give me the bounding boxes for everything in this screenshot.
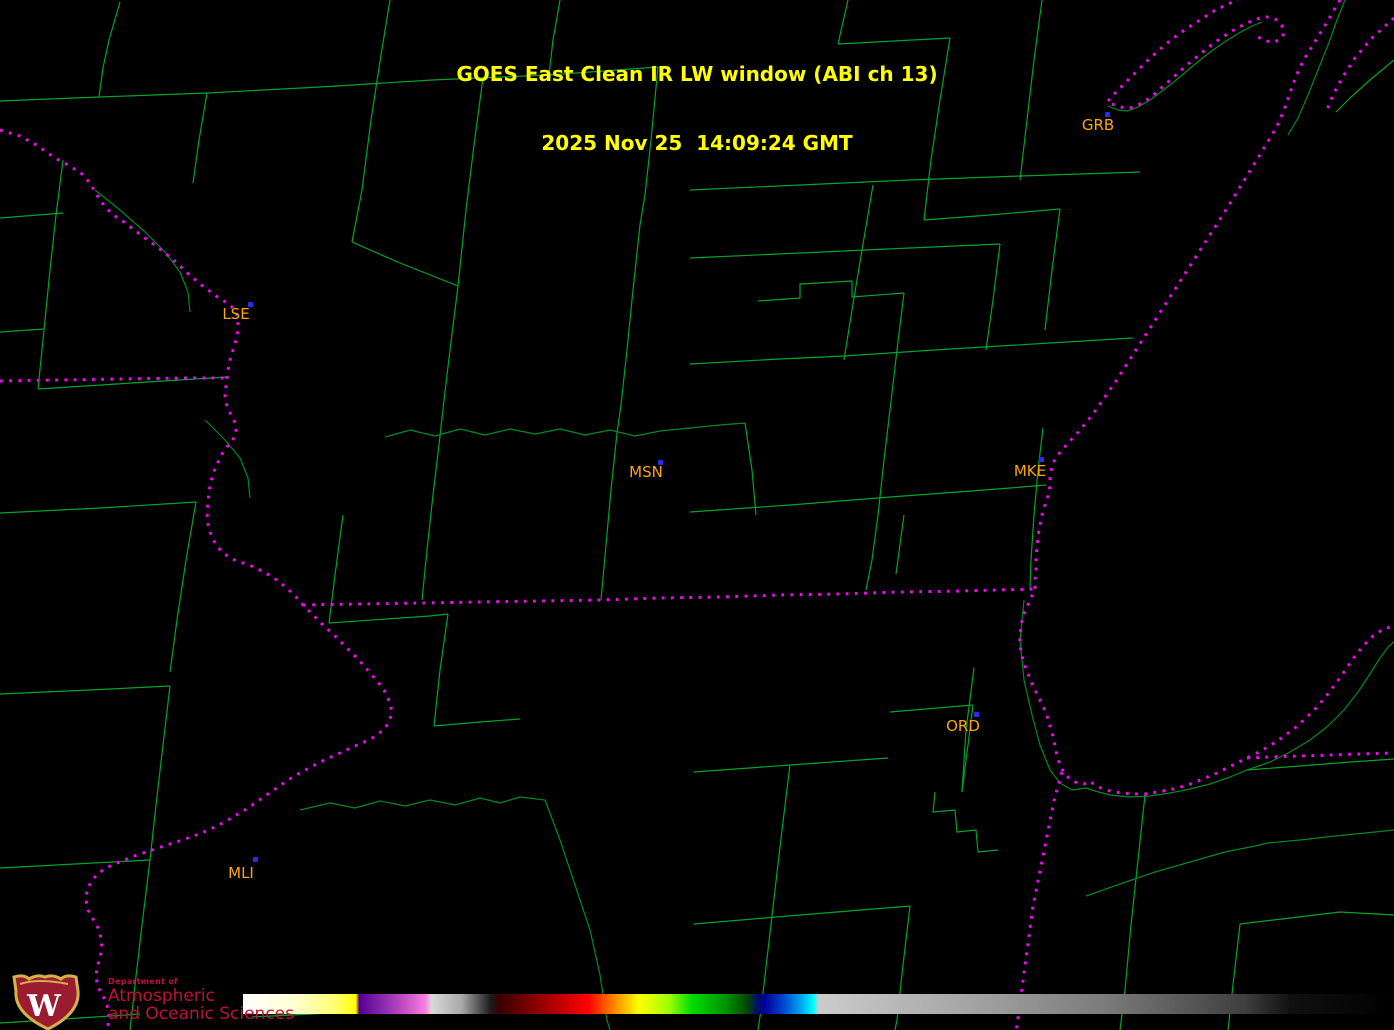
logo-line-oceanic: and Oceanic Sciences xyxy=(108,1006,294,1023)
in-shoreline-east-dotted-line xyxy=(1247,753,1394,758)
svg-text:W: W xyxy=(26,989,62,1024)
il-in-border-dotted-line xyxy=(1016,772,1062,1030)
wi-il-border-dotted-line xyxy=(303,589,1035,605)
city-label: LSE xyxy=(222,305,249,323)
city-label: MKE xyxy=(1014,462,1046,480)
logo-text: Department of Atmospheric and Oceanic Sc… xyxy=(108,978,294,1023)
city-dot-icon xyxy=(974,712,979,717)
city-dot-icon xyxy=(1039,457,1044,462)
uw-crest-icon: W xyxy=(6,974,98,1030)
logo-dept-line: Department of xyxy=(108,978,294,986)
logo-line-atmospheric: Atmospheric xyxy=(108,988,294,1005)
satellite-map-view: GOES East Clean IR LW window (ABI ch 13)… xyxy=(0,0,1394,1030)
city-label: ORD xyxy=(946,717,980,735)
uw-aos-logo: W Department of Atmospheric and Oceanic … xyxy=(6,974,346,1030)
city-dot-icon xyxy=(253,857,258,862)
image-title: GOES East Clean IR LW window (ABI ch 13)… xyxy=(0,17,1394,201)
title-line-1: GOES East Clean IR LW window (ABI ch 13) xyxy=(0,63,1394,86)
city-label: MLI xyxy=(228,864,254,882)
mississippi-river-dotted-line xyxy=(0,130,391,1030)
city-label: MSN xyxy=(629,463,663,481)
title-line-2: 2025 Nov 25 14:09:24 GMT xyxy=(0,132,1394,155)
ir-temperature-colorbar xyxy=(243,994,1394,1014)
